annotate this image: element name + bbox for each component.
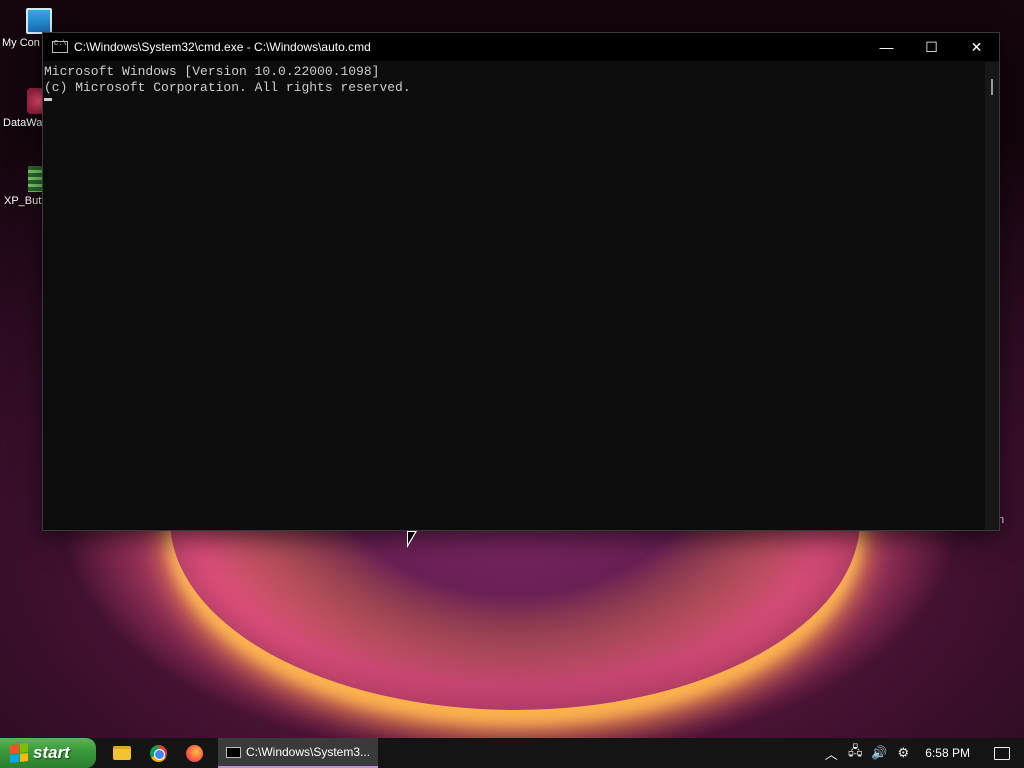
mouse-pointer-icon [407,531,417,548]
cmd-app-icon [226,746,241,758]
volume-icon[interactable]: 🔊 [867,738,891,768]
scrollbar-thumb[interactable] [991,79,993,95]
notification-center-button[interactable] [980,738,1024,768]
windows-flag-icon [10,743,28,763]
window-title: C:\Windows\System32\cmd.exe - C:\Windows… [74,40,371,54]
taskbar: start C:\Windows\System3... ︿ 🖧 🔊 ⚙ 6:58… [0,738,1024,768]
maximize-button[interactable]: ☐ [909,33,954,61]
task-label: C:\Windows\System3... [246,745,371,759]
cmd-window[interactable]: C:\Windows\System32\cmd.exe - C:\Windows… [42,32,1000,531]
taskbar-pin-file-explorer[interactable] [104,738,140,768]
network-icon[interactable]: 🖧 [843,738,867,768]
console-line: (c) Microsoft Corporation. All rights re… [44,80,411,95]
start-label: start [33,743,70,762]
settings-gear-icon[interactable]: ⚙ [891,738,915,768]
firefox-icon [185,744,203,762]
start-button[interactable]: start [0,738,96,768]
console-output[interactable]: Microsoft Windows [Version 10.0.22000.10… [43,62,985,530]
minimize-button[interactable]: — [864,33,909,61]
close-button[interactable]: ✕ [954,33,999,61]
chrome-icon [149,744,167,762]
clock[interactable]: 6:58 PM [915,746,980,760]
desktop-icon-datawa[interactable]: DataWa [3,88,53,129]
desktop-icon-label: DataWa [3,117,43,129]
monitor-icon [26,8,52,34]
vertical-scrollbar[interactable] [985,62,999,530]
text-cursor [44,98,52,101]
taskbar-task-cmd[interactable]: C:\Windows\System3... [218,738,378,768]
window-titlebar[interactable]: C:\Windows\System32\cmd.exe - C:\Windows… [43,33,999,61]
chevron-up-icon[interactable]: ︿ [819,738,843,768]
system-tray: ︿ 🖧 🔊 ⚙ 6:58 PM [819,738,1024,768]
taskbar-pin-firefox[interactable] [176,738,212,768]
console-line: Microsoft Windows [Version 10.0.22000.10… [44,64,380,79]
file-explorer-icon [113,746,131,760]
desktop-icon-label: My Con [2,37,40,49]
taskbar-pin-chrome[interactable] [140,738,176,768]
notification-icon [994,746,1010,760]
cmd-app-icon [52,40,68,53]
desktop-icon-my-computer[interactable]: My Con [2,8,52,49]
